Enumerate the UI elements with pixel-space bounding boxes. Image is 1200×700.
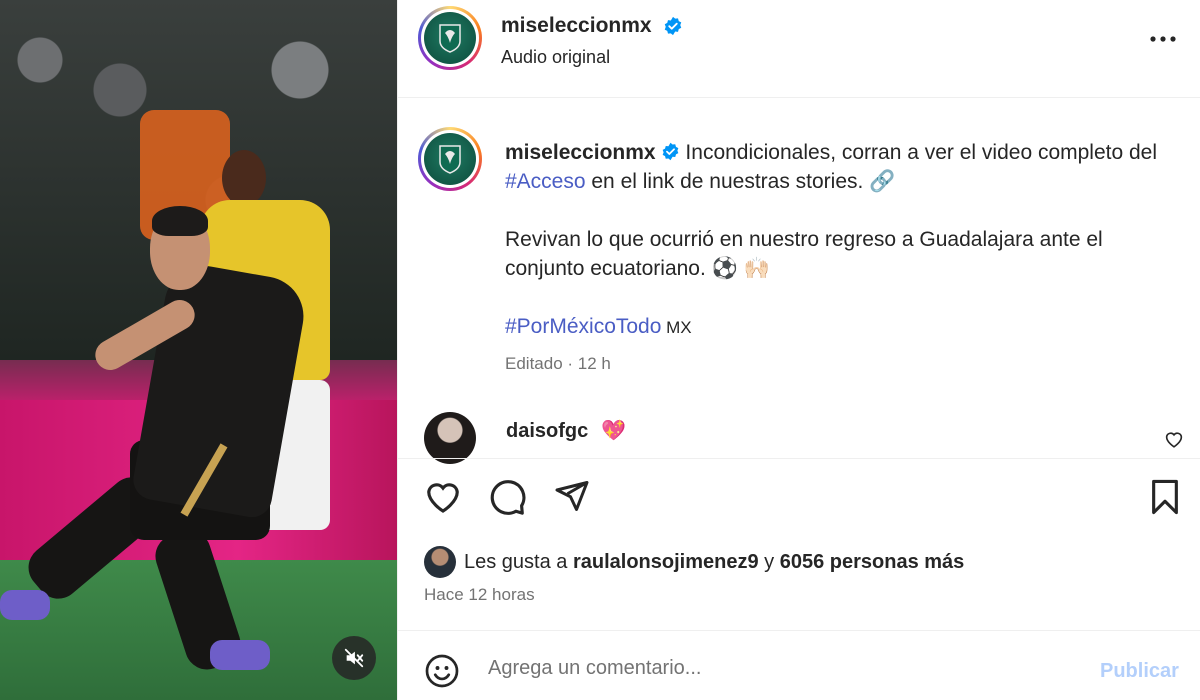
speech-bubble-icon bbox=[490, 480, 526, 515]
comment-button[interactable] bbox=[489, 478, 527, 521]
caption-author-avatar[interactable] bbox=[418, 127, 482, 191]
smiley-icon bbox=[425, 654, 459, 688]
author-username[interactable]: miseleccionmx bbox=[501, 14, 683, 38]
likes-count[interactable]: 6056 personas más bbox=[780, 551, 965, 573]
hashtag-acceso-link[interactable]: #Acceso bbox=[505, 170, 586, 193]
likes-summary[interactable]: Les gusta a raulalonsojimenez9 y 6056 pe… bbox=[424, 546, 964, 578]
post-details-panel: miseleccionmx Audio original miseleccion… bbox=[397, 0, 1200, 700]
share-button[interactable] bbox=[554, 478, 590, 519]
post-timestamp[interactable]: Hace 12 horas bbox=[424, 585, 535, 605]
caption-text-1: Incondicionales, corran a ver el video c… bbox=[679, 141, 1158, 164]
verified-badge-icon bbox=[665, 17, 682, 36]
comment-input[interactable] bbox=[488, 651, 1048, 685]
commenter-avatar[interactable] bbox=[424, 412, 476, 464]
caption-paragraph-2: Revivan lo que ocurrió en nuestro regres… bbox=[505, 228, 1103, 280]
verified-badge-icon bbox=[662, 142, 678, 161]
post-caption: miseleccionmx Incondicionales, corran a … bbox=[505, 138, 1165, 342]
post-header: miseleccionmx Audio original bbox=[398, 0, 1200, 98]
caption-paragraph-3: #PorMéxicoTodo MX bbox=[505, 312, 1165, 342]
mexico-player-figure bbox=[0, 206, 330, 700]
more-horizontal-icon bbox=[1150, 36, 1176, 42]
save-button[interactable] bbox=[1148, 478, 1182, 521]
heart-outline-icon bbox=[427, 483, 459, 513]
commenter-username[interactable]: daisofgc bbox=[506, 420, 588, 443]
more-options-button[interactable] bbox=[1148, 26, 1178, 52]
team-crest-icon bbox=[439, 145, 461, 174]
flag-text: MX bbox=[661, 318, 692, 337]
heart-outline-icon bbox=[1165, 432, 1183, 448]
liker-username[interactable]: raulalonsojimenez9 bbox=[573, 551, 759, 573]
bookmark-icon bbox=[1152, 479, 1178, 515]
hashtag-pormexicotodo-link[interactable]: #PorMéxicoTodo bbox=[505, 315, 661, 338]
caption-username[interactable]: miseleccionmx bbox=[505, 141, 656, 164]
link-emoji: 🔗 bbox=[869, 170, 896, 193]
comment-text: 💖 bbox=[601, 420, 626, 442]
caption-paragraph-1: miseleccionmx Incondicionales, corran a … bbox=[505, 138, 1165, 196]
divider bbox=[398, 458, 1200, 459]
emoji-picker-button[interactable] bbox=[424, 653, 460, 694]
like-button[interactable] bbox=[424, 478, 462, 519]
liker-avatar bbox=[424, 546, 456, 578]
caption-meta: Editado · 12 h bbox=[505, 354, 611, 373]
comment-like-button[interactable] bbox=[1164, 430, 1184, 453]
author-avatar[interactable] bbox=[418, 6, 482, 70]
team-crest-icon bbox=[439, 24, 461, 53]
audio-label[interactable]: Audio original bbox=[501, 47, 610, 68]
mute-button[interactable] bbox=[332, 636, 376, 680]
speaker-muted-icon bbox=[344, 648, 364, 668]
add-comment-bar: Publicar bbox=[398, 630, 1200, 700]
post-media[interactable] bbox=[0, 0, 397, 700]
caption-text-2: en el link de nuestras stories. bbox=[585, 170, 870, 193]
caption-emojis: ⚽ 🙌🏻 bbox=[711, 257, 770, 280]
publish-button[interactable]: Publicar bbox=[1100, 660, 1179, 683]
paper-plane-icon bbox=[555, 481, 589, 511]
